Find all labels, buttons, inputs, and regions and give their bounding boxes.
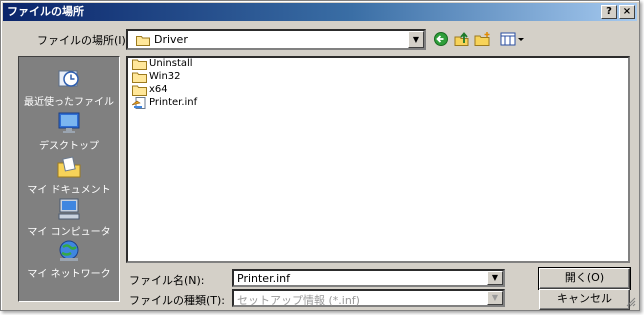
resize-grip-icon[interactable] (626, 297, 636, 307)
places-label: マイ コンピュータ (27, 227, 111, 238)
file-list[interactable]: Uninstall Win32 x64 Printer.inf (126, 56, 630, 263)
folder-icon (132, 72, 147, 83)
look-in-dropdown-button[interactable]: ▼ (408, 31, 424, 48)
places-label: マイ ドキュメント (27, 185, 111, 196)
file-type-dropdown: セットアップ情報 (*.inf) ▼ (232, 289, 505, 307)
places-bar: 最近使ったファイル デスクトップ マイ ドキュメント マイ コンピュータ マイ … (18, 56, 120, 302)
look-in-label: ファイルの場所(I): (37, 34, 130, 47)
my-network-icon (59, 240, 79, 261)
desktop-icon (58, 112, 80, 133)
my-documents-icon (57, 156, 81, 178)
file-name-label: ファイル名(N): (129, 274, 205, 287)
new-folder-icon[interactable] (474, 31, 492, 47)
file-name-value: Printer.inf (237, 272, 290, 285)
back-icon[interactable] (432, 31, 450, 47)
dialog-title: ファイルの場所 (7, 5, 84, 18)
look-in-dropdown[interactable]: Driver ▼ (126, 29, 426, 50)
view-menu-icon[interactable] (500, 31, 526, 47)
close-button[interactable]: × (619, 5, 635, 19)
folder-icon (132, 85, 147, 96)
file-name: Win32 (149, 71, 181, 82)
file-name: Printer.inf (149, 97, 198, 108)
up-one-level-icon[interactable] (453, 31, 471, 47)
look-in-value: Driver (154, 33, 188, 46)
recent-icon (58, 70, 79, 87)
file-name: x64 (149, 84, 168, 95)
places-item-my-computer[interactable]: マイ コンピュータ (19, 197, 119, 238)
folder-icon (132, 59, 147, 70)
places-label: マイ ネットワーク (27, 269, 111, 280)
open-file-dialog: ファイルの場所 ? × ファイルの場所(I): Driver ▼ 最近使ったファ… (0, 0, 640, 311)
file-type-value: セットアップ情報 (*.inf) (237, 294, 360, 307)
file-name-dropdown-button[interactable]: ▼ (487, 271, 503, 285)
places-label: 最近使ったファイル (24, 97, 114, 108)
title-bar[interactable]: ファイルの場所 ? × (3, 3, 637, 21)
cancel-button[interactable]: キャンセル (539, 289, 630, 310)
file-name-field[interactable]: Printer.inf ▼ (232, 269, 505, 287)
file-name: Uninstall (149, 58, 193, 69)
setup-info-file-icon (132, 97, 146, 109)
file-type-label: ファイルの種類(T): (129, 294, 226, 307)
folder-icon (136, 36, 150, 46)
places-label: デスクトップ (39, 141, 99, 152)
places-item-desktop[interactable]: デスクトップ (19, 111, 119, 152)
help-button[interactable]: ? (601, 5, 617, 19)
my-computer-icon (58, 198, 80, 220)
places-item-my-network[interactable]: マイ ネットワーク (19, 239, 119, 280)
places-item-my-documents[interactable]: マイ ドキュメント (19, 155, 119, 196)
places-item-recent[interactable]: 最近使ったファイル (19, 65, 119, 108)
open-button[interactable]: 開く(O) (538, 267, 631, 290)
file-type-dropdown-button: ▼ (487, 291, 503, 305)
